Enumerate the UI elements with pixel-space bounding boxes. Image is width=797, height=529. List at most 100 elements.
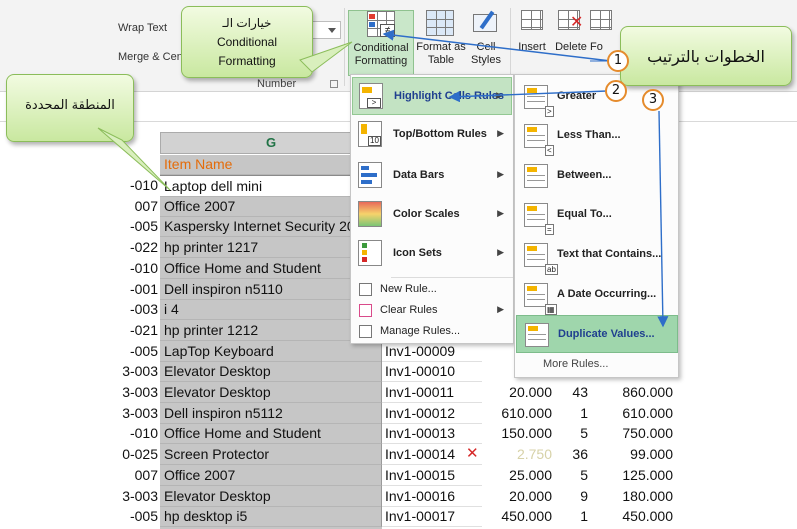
submenu-item-equal-to[interactable]: = Equal To... — [516, 196, 678, 235]
row-id-cell[interactable]: 3-003 — [116, 486, 160, 506]
item-name-cell[interactable]: i 4 — [160, 299, 382, 321]
item-name-cell[interactable]: Elevator Desktop — [160, 485, 382, 507]
quantity-cell[interactable]: 43 — [552, 382, 588, 402]
menu-item-clear-rules[interactable]: Clear Rules ▶ — [352, 300, 512, 322]
invoice-cell[interactable]: Inv1-00012 — [382, 403, 482, 424]
callout-line: Conditional — [216, 35, 278, 49]
price-cell[interactable]: 20.000 — [482, 486, 552, 506]
new-rule-label: New Rule... — [380, 283, 437, 295]
invoice-cell[interactable]: Inv1-00011 — [382, 382, 482, 403]
quantity-cell[interactable]: 5 — [552, 423, 588, 443]
steps-text: الخطوات بالترتيب — [647, 49, 765, 66]
price-cell[interactable]: 2.750 — [482, 444, 552, 464]
submenu-item-between[interactable]: Between... — [516, 157, 678, 195]
total-cell[interactable]: 180.000 — [588, 486, 673, 506]
row-id-cell[interactable]: 3-003 — [116, 403, 160, 423]
item-name-cell[interactable]: Screen Protector — [160, 444, 382, 466]
total-cell[interactable]: 99.000 — [588, 444, 673, 464]
insert-button[interactable]: Insert — [513, 10, 551, 76]
item-name-cell[interactable]: Elevator Desktop — [160, 382, 382, 403]
price-cell[interactable]: 25.000 — [482, 465, 552, 485]
submenu-item-duplicate-values[interactable]: Duplicate Values... — [516, 315, 678, 353]
total-cell[interactable]: 125.000 — [588, 465, 673, 485]
menu-item-manage-rules[interactable]: Manage Rules... — [352, 321, 512, 343]
number-group-launcher-icon[interactable] — [330, 80, 338, 88]
item-name-cell[interactable]: Dell inspiron n5110 — [160, 278, 382, 300]
invoice-cell[interactable]: Inv1-00015 — [382, 465, 482, 486]
price-cell[interactable]: 20.000 — [482, 382, 552, 402]
row-id-cell[interactable]: -021 — [116, 320, 160, 340]
item-name-header[interactable]: Item Name — [160, 154, 382, 175]
wrap-text-button[interactable]: Wrap Text — [118, 22, 167, 34]
merge-center-button[interactable]: Merge & Cen — [118, 51, 183, 63]
clear-rules-label: Clear Rules — [380, 304, 438, 316]
delete-button[interactable]: ✕ Delete — [552, 10, 590, 76]
cell-styles-button[interactable]: Cell Styles — [466, 10, 506, 76]
menu-item-highlight-cells-rules[interactable]: > Highlight Cells Rules ▶ — [352, 77, 512, 115]
invoice-cell[interactable]: Inv1-00016 — [382, 486, 482, 507]
item-name-cell[interactable]: Office Home and Student — [160, 257, 382, 279]
item-name-cell[interactable]: Elevator Desktop — [160, 361, 382, 383]
item-name-cell[interactable]: LapTop Keyboard — [160, 340, 382, 362]
quantity-cell[interactable]: 1 — [552, 403, 588, 423]
submenu-arrow-icon: ▶ — [497, 169, 504, 179]
menu-item-color-scales[interactable]: Color Scales ▶ — [352, 196, 512, 234]
item-name-cell[interactable]: hp printer 1217 — [160, 237, 382, 259]
quantity-cell[interactable]: 36 — [552, 444, 588, 464]
row-id-cell[interactable]: -010 — [116, 175, 160, 195]
item-name-cell[interactable]: Dell inspiron n5112 — [160, 402, 382, 424]
item-name-cell[interactable]: hp printer 1212 — [160, 319, 382, 341]
price-cell[interactable]: 150.000 — [482, 423, 552, 443]
cell-styles-icon — [471, 10, 501, 38]
submenu-item-less-than[interactable]: < Less Than... — [516, 117, 678, 156]
row-id-cell[interactable]: 007 — [116, 196, 160, 216]
menu-item-top-bottom-rules[interactable]: 10 Top/Bottom Rules ▶ — [352, 116, 512, 154]
conditional-formatting-button[interactable]: ≠ Conditional Formatting — [348, 10, 414, 76]
row-id-cell[interactable]: -005 — [116, 216, 160, 236]
row-id-cell[interactable]: 3-003 — [116, 382, 160, 402]
total-cell[interactable]: 610.000 — [588, 403, 673, 423]
quantity-cell[interactable]: 9 — [552, 486, 588, 506]
item-name-cell[interactable]: hp desktop i5 — [160, 506, 382, 528]
total-cell[interactable]: 750.000 — [588, 423, 673, 443]
invoice-cell[interactable]: Inv1-00010 — [382, 361, 482, 383]
row-id-cell[interactable]: -005 — [116, 341, 160, 361]
item-name-cell[interactable]: Office 2007 — [160, 195, 382, 217]
more-rules-link[interactable]: More Rules... — [543, 358, 608, 370]
item-name-cell[interactable]: Laptop dell mini — [160, 175, 382, 197]
format-as-table-button[interactable]: Format as Table — [416, 10, 466, 76]
row-id-cell[interactable]: -010 — [116, 258, 160, 278]
top-bottom-icon: 10 — [358, 121, 384, 149]
price-cell[interactable]: 610.000 — [482, 403, 552, 423]
row-id-cell[interactable]: 007 — [116, 465, 160, 485]
item-name-cell[interactable]: Kaspersky Internet Security 20 — [160, 216, 382, 238]
invoice-cell[interactable]: Inv1-00013 — [382, 423, 482, 445]
table-row: -005 hp desktop i5 Inv1-00017 450.000 1 450.0… — [0, 506, 797, 528]
quantity-cell[interactable]: 5 — [552, 465, 588, 485]
submenu-item-date-occurring[interactable]: ▦ A Date Occurring... — [516, 276, 678, 315]
price-cell[interactable]: 450.000 — [482, 506, 552, 526]
row-id-cell[interactable]: -022 — [116, 237, 160, 257]
invoice-cell[interactable]: Inv1-00017 — [382, 506, 482, 528]
row-id-cell[interactable]: -005 — [116, 506, 160, 526]
total-cell[interactable]: 450.000 — [588, 506, 673, 526]
row-id-cell[interactable]: 0-025 — [116, 444, 160, 464]
menu-item-new-rule[interactable]: New Rule... — [352, 279, 512, 301]
color-scales-icon — [358, 201, 384, 229]
menu-item-icon-sets[interactable]: Icon Sets ▶ — [352, 235, 512, 273]
column-header-g[interactable]: G — [160, 132, 382, 154]
steps-callout: الخطوات بالترتيب — [620, 26, 792, 86]
table-row: 3-003 Elevator Desktop Inv1-00016 20.000 9 18… — [0, 485, 797, 507]
quantity-cell[interactable]: 1 — [552, 506, 588, 526]
row-id-cell[interactable]: -010 — [116, 423, 160, 443]
row-id-cell[interactable]: -001 — [116, 279, 160, 299]
submenu-item-text-contains[interactable]: ab Text that Contains... — [516, 236, 678, 275]
row-id-cell[interactable]: -003 — [116, 299, 160, 319]
new-rule-icon — [359, 283, 372, 296]
item-name-cell[interactable]: Office Home and Student — [160, 423, 382, 445]
item-name-cell[interactable]: Office 2007 — [160, 464, 382, 486]
total-cell[interactable]: 860.000 — [588, 382, 673, 402]
row-id-cell[interactable]: 3-003 — [116, 361, 160, 381]
menu-item-data-bars[interactable]: Data Bars ▶ — [352, 157, 512, 195]
selected-area-callout: المنطقة المحددة — [6, 74, 134, 142]
